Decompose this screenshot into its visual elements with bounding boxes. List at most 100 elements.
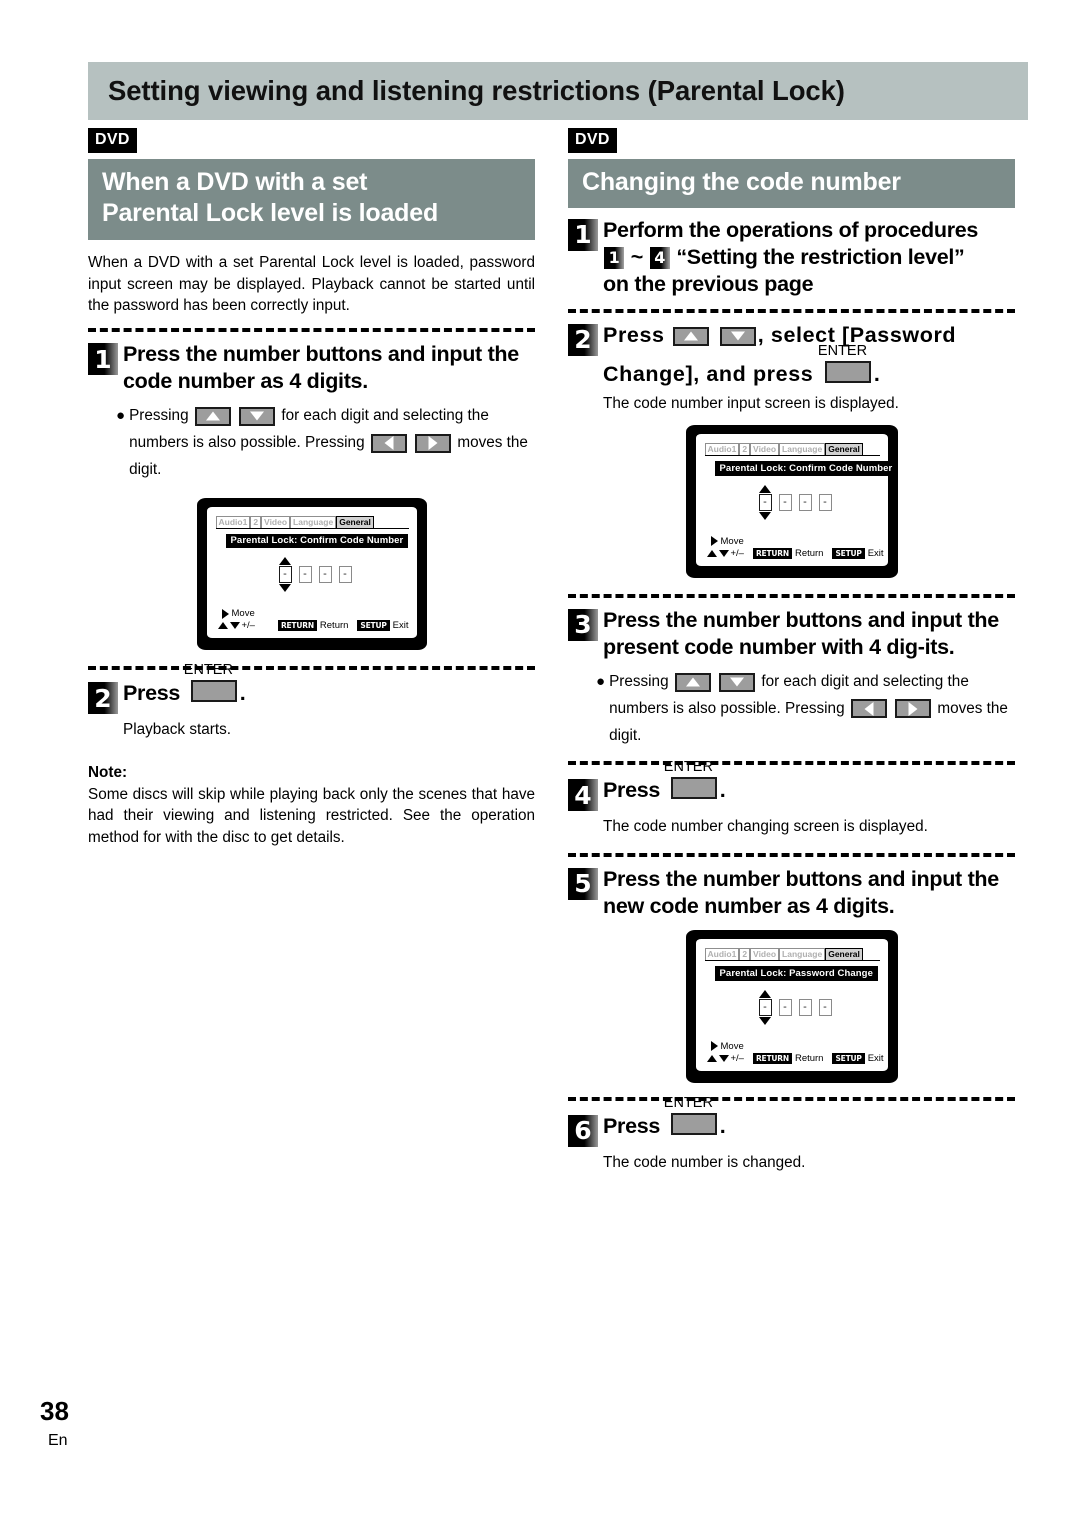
enter-key-icon[interactable] [824, 360, 871, 383]
osd-digit-3-wrap[interactable]: - [798, 990, 812, 1025]
osd-return-key[interactable]: RETURN [752, 1052, 792, 1064]
osd-digit-3[interactable]: - [798, 493, 812, 511]
osd-tab-language[interactable]: Language [779, 443, 826, 456]
osd-move-label: Move [720, 535, 744, 547]
osd-digit-2-wrap[interactable]: - [298, 557, 312, 592]
enter-key-group[interactable]: ENTER [664, 1095, 720, 1140]
osd-digit-2[interactable]: - [778, 493, 792, 511]
down-arrow-key-icon [239, 406, 276, 426]
osd-tab-audio1[interactable]: Audio1 [704, 947, 740, 961]
divider-right-2 [568, 593, 1015, 598]
digit-down-arrow-icon [279, 584, 291, 593]
divider-right-5 [568, 1096, 1015, 1101]
right-step-4-result: The code number changing screen is displ… [603, 818, 928, 836]
osd-tab-general[interactable]: General [825, 947, 863, 961]
osd-digit-4[interactable]: - [818, 493, 832, 511]
osd-return-key[interactable]: RETURN [277, 620, 317, 632]
osd-title-password-change: Parental Lock: Password Change [714, 966, 878, 981]
osd-tab-general[interactable]: General [825, 443, 863, 456]
osd-digit-4-wrap[interactable]: - [818, 990, 832, 1025]
osd-setup-key[interactable]: SETUP [832, 547, 865, 559]
osd-digit-4-wrap[interactable]: - [818, 485, 832, 520]
osd-digit-4[interactable]: - [818, 998, 832, 1016]
right-osd-illustration-confirm: Audio1 2 Video Language General Parental… [685, 425, 898, 578]
osd-tab-2[interactable]: 2 [250, 515, 262, 528]
left-step-2-period: . [239, 681, 246, 706]
osd-tab-language[interactable]: Language [779, 947, 826, 961]
osd-move-label: Move [231, 608, 255, 620]
step-number-badge: 4 [568, 779, 598, 812]
osd-exit-label: Exit [867, 1052, 884, 1064]
page-title-bar: Setting viewing and listening restrictio… [88, 62, 1028, 120]
osd-digit-3-wrap[interactable]: - [798, 485, 812, 520]
osd-tab-audio1[interactable]: Audio1 [704, 443, 740, 456]
osd-digit-3-wrap[interactable]: - [318, 557, 332, 592]
osd-digit-2[interactable]: - [298, 566, 312, 584]
osd-digit-row-left: - - - - [216, 557, 409, 593]
step-number-badge: 6 [568, 1114, 598, 1147]
osd-digit-1-wrap[interactable]: - [758, 484, 772, 520]
section-heading-left: When a DVD with a set Parental Lock leve… [88, 159, 535, 240]
enter-key-caption: ENTER [183, 662, 233, 679]
right-step-4-press-label: Press [603, 778, 661, 803]
enter-key-caption: ENTER [663, 1094, 713, 1111]
osd-tab-audio1[interactable]: Audio1 [215, 515, 251, 528]
osd-digit-1-wrap[interactable]: - [278, 557, 292, 593]
osd-return-label: Return [319, 620, 349, 632]
enter-key-icon[interactable] [670, 777, 717, 800]
osd-digit-3[interactable]: - [318, 566, 332, 584]
osd-digit-2-wrap[interactable]: - [778, 485, 792, 520]
right-step-4: 4 Press ENTER . [568, 759, 1015, 812]
manual-page: Setting viewing and listening restrictio… [0, 0, 1080, 1523]
right-step-2-result: The code number input screen is displaye… [603, 394, 899, 412]
section-heading-left-line1: When a DVD with a set [102, 168, 368, 196]
dvd-badge-right: DVD [568, 128, 617, 153]
osd-digit-4-wrap[interactable]: - [338, 557, 352, 592]
osd-tab-general[interactable]: General [336, 515, 374, 528]
osd-tab-language[interactable]: Language [290, 515, 337, 528]
enter-key-icon[interactable] [190, 680, 237, 703]
enter-key-icon[interactable] [670, 1112, 717, 1135]
left-column: DVD When a DVD with a set Parental Lock … [88, 128, 535, 849]
procedure-chip-from: 1 [604, 246, 624, 269]
osd-digit-2[interactable]: - [778, 998, 792, 1016]
osd-digit-1[interactable]: - [758, 493, 772, 511]
osd-tab-video[interactable]: Video [750, 947, 780, 961]
right-step-1: 1 Perform the operations of procedures 1… [568, 217, 1015, 298]
osd-digit-4[interactable]: - [338, 566, 352, 584]
procedure-chip-to: 4 [649, 246, 670, 269]
osd-tab-video[interactable]: Video [261, 515, 291, 528]
tv-screen: Audio1 2 Video Language General Parental… [695, 938, 888, 1071]
enter-key-group[interactable]: ENTER [818, 343, 874, 388]
right-step-6-period: . [719, 1113, 726, 1138]
osd-setup-key[interactable]: SETUP [832, 1052, 865, 1064]
osd-tab-video[interactable]: Video [750, 443, 780, 456]
osd-return-label: Return [794, 1052, 824, 1064]
osd-digit-1-wrap[interactable]: - [758, 989, 772, 1025]
left-intro-paragraph: When a DVD with a set Parental Lock leve… [88, 254, 535, 315]
osd-digit-row-change: - - - - [705, 989, 880, 1025]
osd-digit-1[interactable]: - [758, 998, 772, 1016]
section-heading-left-line2: Parental Lock level is loaded [102, 198, 439, 227]
osd-return-key[interactable]: RETURN [752, 547, 792, 559]
right-osd-illustration-change: Audio1 2 Video Language General Parental… [685, 929, 898, 1083]
osd-footer-left: Move +/– RETURN Return SETUP Exit [216, 608, 409, 632]
up-arrow-icon [706, 1054, 717, 1062]
down-arrow-icon [718, 1054, 729, 1062]
osd-screen-password-change: Audio1 2 Video Language General Parental… [704, 947, 884, 1064]
left-step-1: 1 Press the number buttons and input the… [88, 341, 535, 395]
osd-tab-2[interactable]: 2 [739, 443, 751, 456]
left-bullet-text-1: Pressing [129, 407, 189, 425]
left-step-1-text: Press the number buttons and input the c… [123, 342, 519, 394]
section-heading-right: Changing the code number [568, 159, 1015, 208]
osd-move-label: Move [720, 1040, 744, 1052]
osd-digit-1[interactable]: - [278, 566, 292, 584]
osd-digit-3[interactable]: - [798, 998, 812, 1016]
enter-key-group[interactable]: ENTER [184, 662, 240, 707]
enter-key-group[interactable]: ENTER [664, 759, 720, 804]
osd-setup-key[interactable]: SETUP [357, 620, 390, 632]
divider-right-1 [568, 308, 1015, 313]
osd-digit-2-wrap[interactable]: - [778, 990, 792, 1025]
bullet-dot-icon: ● [116, 407, 126, 425]
osd-tab-2[interactable]: 2 [739, 947, 751, 961]
